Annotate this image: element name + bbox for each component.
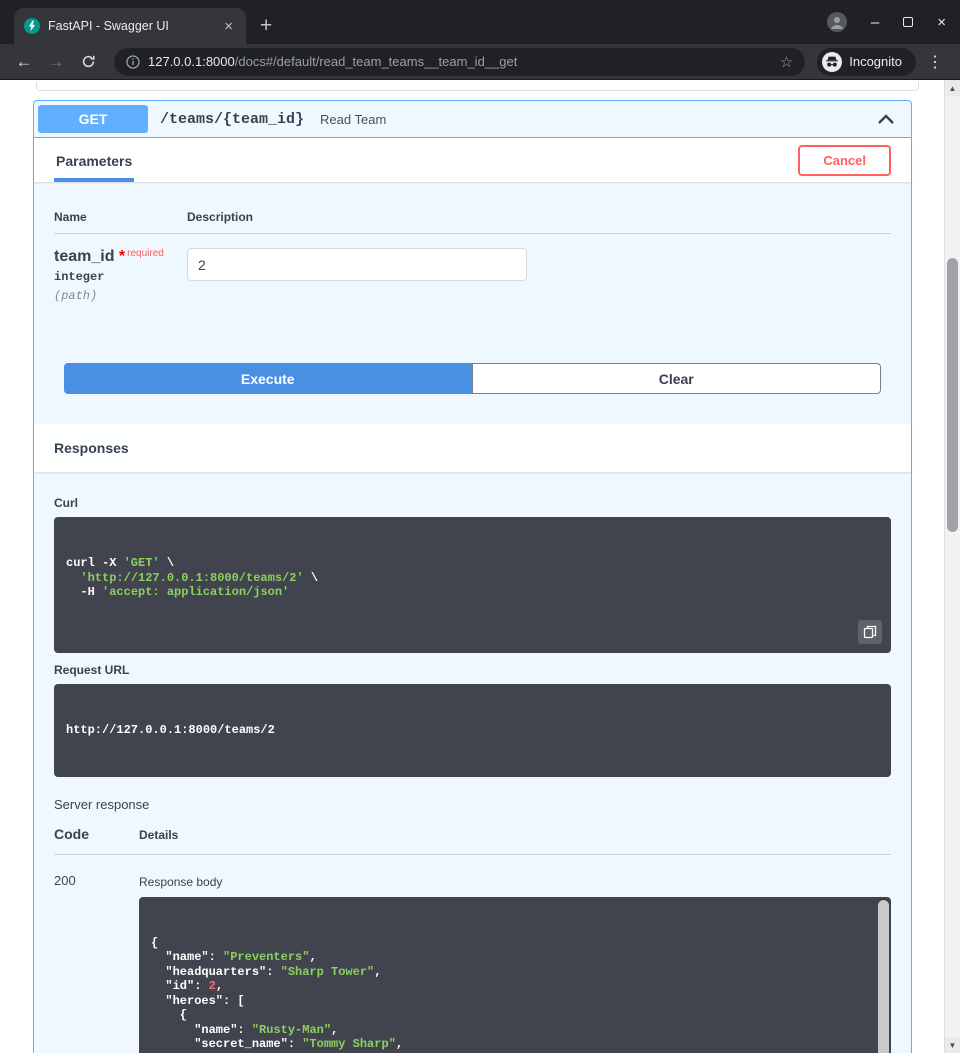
back-icon[interactable]: ← xyxy=(10,53,38,70)
new-tab-button[interactable]: + xyxy=(260,15,272,36)
fastapi-favicon-icon xyxy=(24,18,40,34)
url-bar[interactable]: 127.0.0.1:8000/docs#/default/read_team_t… xyxy=(114,48,805,76)
parameters-body: Name Description team_id *required integ… xyxy=(34,182,911,394)
http-method-badge: GET xyxy=(38,105,148,133)
team-id-input[interactable] xyxy=(187,248,527,281)
maximize-button[interactable] xyxy=(903,17,913,27)
reload-icon[interactable] xyxy=(74,54,102,69)
request-url-label: Request URL xyxy=(54,663,891,677)
parameter-location: (path) xyxy=(54,289,187,303)
parameter-type: integer xyxy=(54,270,187,284)
parameter-row: team_id *required integer (path) xyxy=(54,234,891,303)
window-close-button[interactable]: × xyxy=(937,15,946,30)
scroll-down-icon[interactable]: ▼ xyxy=(945,1037,960,1053)
parameters-section-header: Parameters Cancel xyxy=(34,138,911,182)
details-column-header: Details xyxy=(139,828,178,842)
curl-code-block: curl -X 'GET' \ 'http://127.0.0.1:8000/t… xyxy=(54,517,891,653)
url-text[interactable]: 127.0.0.1:8000/docs#/default/read_team_t… xyxy=(148,54,772,69)
execute-row: Execute Clear xyxy=(64,363,881,394)
browser-menu-icon[interactable]: ⋮ xyxy=(920,52,950,72)
url-path: /docs#/default/read_team_teams__team_id_… xyxy=(235,54,518,69)
response-body-scrollbar-thumb[interactable] xyxy=(878,900,889,1053)
copy-to-clipboard-button[interactable] xyxy=(858,620,882,644)
page-scrollbar[interactable]: ▲ ▼ xyxy=(944,80,960,1053)
response-body-json: { "name": "Preventers", "headquarters": … xyxy=(151,936,879,1053)
tab-parameters[interactable]: Parameters xyxy=(54,138,134,182)
swagger-page: GET /teams/{team_id} Read Team Parameter… xyxy=(0,80,960,1053)
required-label: required xyxy=(127,248,164,259)
collapse-chevron-icon[interactable] xyxy=(877,113,895,125)
page-scrollbar-thumb[interactable] xyxy=(947,258,958,532)
responses-body: Curl curl -X 'GET' \ 'http://127.0.0.1:8… xyxy=(34,472,911,1053)
response-table-header: Code Details xyxy=(54,826,891,855)
opblock-get-read-team: GET /teams/{team_id} Read Team Parameter… xyxy=(33,100,912,1053)
url-host: 127.0.0.1:8000 xyxy=(148,54,235,69)
responses-title: Responses xyxy=(54,440,129,456)
browser-navbar: ← → 127.0.0.1:8000/docs#/default/read_te… xyxy=(0,44,960,80)
request-url-value: http://127.0.0.1:8000/teams/2 xyxy=(66,723,275,737)
curl-code: curl -X 'GET' \ 'http://127.0.0.1:8000/t… xyxy=(66,556,879,600)
info-icon[interactable] xyxy=(126,55,140,69)
parameter-meta: team_id *required integer (path) xyxy=(54,248,187,303)
forward-icon[interactable]: → xyxy=(42,53,70,70)
responses-section-header: Responses xyxy=(34,424,911,472)
server-response-label: Server response xyxy=(54,797,891,812)
execute-button[interactable]: Execute xyxy=(64,363,472,394)
scroll-up-icon[interactable]: ▲ xyxy=(945,80,960,96)
parameter-name: team_id *required xyxy=(54,248,187,266)
tab-title: FastAPI - Swagger UI xyxy=(48,19,213,33)
request-url-block: http://127.0.0.1:8000/teams/2 xyxy=(54,684,891,777)
endpoint-summary: Read Team xyxy=(320,112,877,127)
tab-close-icon[interactable]: × xyxy=(221,18,236,35)
clear-button[interactable]: Clear xyxy=(472,363,882,394)
parameters-table-header: Name Description xyxy=(54,182,891,234)
code-column-header: Code xyxy=(54,826,139,842)
incognito-label: Incognito xyxy=(849,54,902,69)
name-column-header: Name xyxy=(54,210,187,224)
incognito-badge: Incognito xyxy=(817,48,916,76)
opblock-summary[interactable]: GET /teams/{team_id} Read Team xyxy=(34,101,911,138)
browser-titlebar: FastAPI - Swagger UI × + – × xyxy=(0,0,960,44)
endpoint-path: /teams/{team_id} xyxy=(160,111,304,128)
status-code: 200 xyxy=(54,871,139,1053)
cancel-button[interactable]: Cancel xyxy=(798,145,891,176)
curl-label: Curl xyxy=(54,496,891,510)
previous-section-bottom-edge xyxy=(36,82,919,91)
response-body-block: { "name": "Preventers", "headquarters": … xyxy=(139,897,891,1053)
response-body-label: Response body xyxy=(139,875,891,889)
required-asterisk: * xyxy=(119,248,125,265)
response-row: 200 Response body { "name": "Preventers"… xyxy=(54,871,891,1053)
browser-tab[interactable]: FastAPI - Swagger UI × xyxy=(14,8,246,44)
description-column-header: Description xyxy=(187,210,253,224)
parameter-value-cell xyxy=(187,248,527,303)
profile-circle-icon[interactable] xyxy=(827,12,847,32)
bookmark-star-icon[interactable]: ☆ xyxy=(780,53,793,71)
incognito-icon xyxy=(822,52,842,72)
minimize-button[interactable]: – xyxy=(871,15,879,30)
